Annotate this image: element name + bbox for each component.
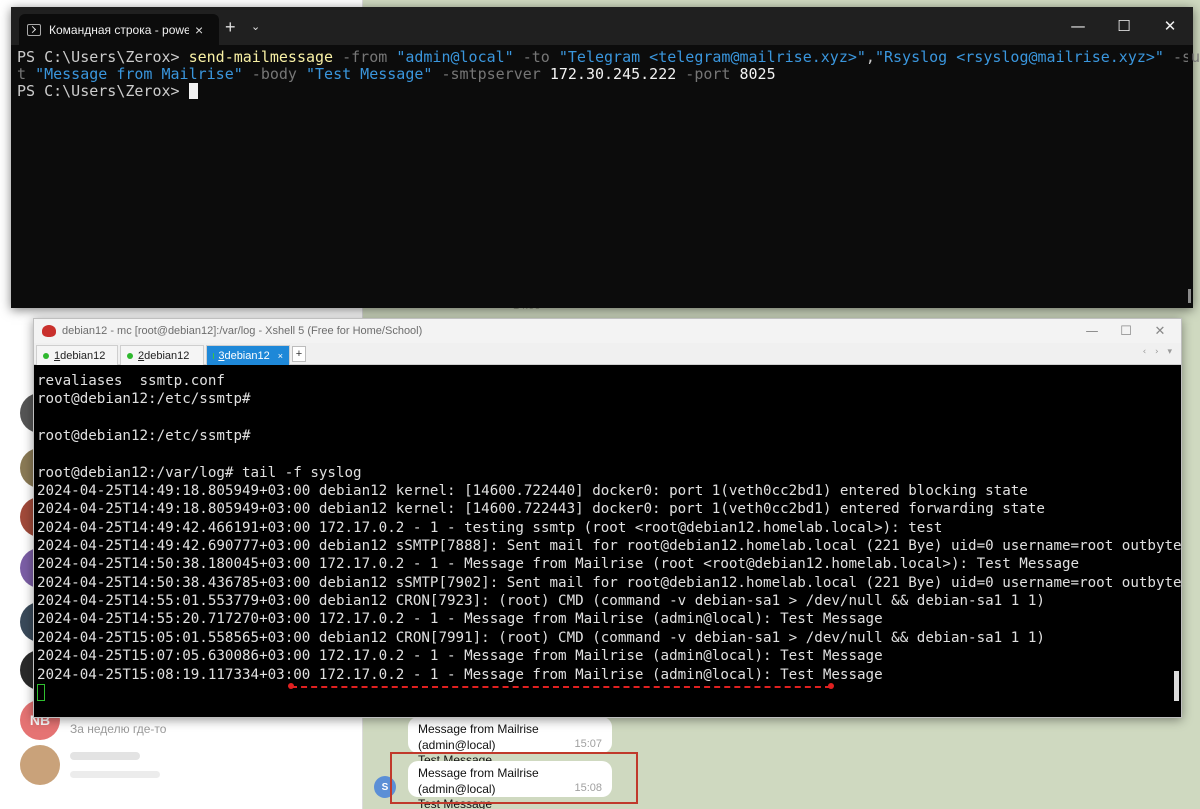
param-value: "Message from Mailrise" bbox=[35, 65, 243, 83]
terminal-line: PS C:\Users\Zerox> bbox=[17, 83, 1187, 100]
annotation-endpoint bbox=[288, 683, 294, 689]
chat-preview-text: За неделю где-то bbox=[70, 722, 167, 736]
chevron-down-icon[interactable]: ⌄ bbox=[251, 20, 260, 33]
terminal-output[interactable]: PS C:\Users\Zerox> send-mailmessage -fro… bbox=[11, 45, 1200, 104]
terminal-line: 2024-04-25T14:49:42.466191+03:00 172.17.… bbox=[37, 519, 943, 536]
scrollbar-thumb[interactable] bbox=[1188, 289, 1191, 303]
command: send-mailmessage bbox=[188, 48, 334, 66]
blurred-chat-preview bbox=[70, 771, 160, 778]
param-value: "admin@local" bbox=[396, 48, 514, 66]
terminal-line: 2024-04-25T15:05:01.558565+03:00 debian1… bbox=[37, 629, 1045, 646]
param: -smtpserver bbox=[432, 65, 550, 83]
close-button[interactable]: ✕ bbox=[1147, 7, 1193, 45]
tab-label: debian12 bbox=[144, 349, 190, 362]
prompt: PS C:\Users\Zerox> bbox=[17, 82, 189, 100]
terminal-line: 2024-04-25T15:07:05.630086+03:00 172.17.… bbox=[37, 648, 883, 665]
add-tab-button[interactable]: + bbox=[292, 346, 306, 362]
terminal-line: t "Message from Mailrise" -body "Test Me… bbox=[17, 66, 1187, 83]
param-value: 172.30.245.222 bbox=[549, 65, 677, 83]
session-tab-1[interactable]: 1 debian12 bbox=[36, 345, 118, 365]
terminal-line: 2024-04-25T14:49:42.690777+03:00 debian1… bbox=[37, 538, 1181, 555]
terminal-line: PS C:\Users\Zerox> send-mailmessage -fro… bbox=[17, 48, 1200, 66]
message-time: 15:07 bbox=[574, 738, 602, 750]
session-tab-bar: 1 debian12 2 debian12 3 debian12 × + ‹ › … bbox=[34, 343, 1181, 365]
param: -from bbox=[333, 48, 397, 66]
session-tab-2[interactable]: 2 debian12 bbox=[120, 345, 204, 365]
tab-navigation-arrows[interactable]: ‹ › ▾ bbox=[1143, 347, 1175, 357]
text-cursor bbox=[37, 683, 45, 701]
terminal-line: root@debian12:/var/log# tail -f syslog bbox=[37, 464, 362, 481]
prompt: PS C:\Users\Zerox> bbox=[17, 48, 189, 66]
scrollbar-thumb[interactable] bbox=[1174, 671, 1179, 701]
minimize-button[interactable]: — bbox=[1077, 321, 1107, 341]
highlight-annotation bbox=[390, 752, 638, 804]
terminal-titlebar: Командная строка - powersh × + ⌄ — ☐ ✕ bbox=[11, 7, 1193, 45]
param-value: "Rsyslog <rsyslog@mailrise.xyz>" bbox=[874, 48, 1164, 66]
chat-avatar[interactable] bbox=[20, 745, 60, 785]
session-tab-3[interactable]: 3 debian12 × bbox=[206, 345, 290, 365]
terminal-icon bbox=[27, 23, 41, 36]
xshell-terminal-output[interactable]: revaliases ssmtp.conf root@debian12:/etc/… bbox=[34, 365, 1181, 717]
xshell-window: debian12 - mc [root@debian12]:/var/log -… bbox=[33, 318, 1182, 718]
xshell-app-icon bbox=[42, 325, 56, 337]
terminal-line: 2024-04-25T14:55:20.717270+03:00 172.17.… bbox=[37, 611, 883, 628]
blurred-chat-name bbox=[70, 752, 140, 760]
close-tab-icon[interactable]: × bbox=[195, 22, 203, 38]
terminal-tab-label: Командная строка - powersh bbox=[49, 22, 189, 37]
param: -subjec bbox=[1172, 48, 1200, 66]
terminal-line: root@debian12:/etc/ssmtp# bbox=[37, 428, 251, 445]
param: -to bbox=[513, 48, 559, 66]
text-cursor bbox=[188, 83, 198, 99]
underline-annotation bbox=[291, 686, 831, 688]
message-bubble[interactable]: Message from Mailrise (admin@local) Test… bbox=[408, 717, 612, 767]
param: -body bbox=[242, 65, 306, 83]
windows-terminal-window: Командная строка - powersh × + ⌄ — ☐ ✕ P… bbox=[11, 7, 1200, 308]
maximize-button[interactable]: ☐ bbox=[1111, 321, 1141, 341]
connected-status-icon bbox=[127, 352, 133, 359]
close-button[interactable]: ✕ bbox=[1145, 321, 1175, 341]
sender-initial: S bbox=[381, 781, 389, 793]
terminal-line: revaliases ssmtp.conf bbox=[37, 373, 225, 389]
param-value: 8025 bbox=[739, 65, 776, 83]
close-tab-icon[interactable]: × bbox=[278, 351, 283, 361]
terminal-line: 2024-04-25T14:49:18.805949+03:00 debian1… bbox=[37, 483, 1028, 500]
param-value: "Telegram <telegram@mailrise.xyz>" bbox=[558, 48, 866, 66]
param-value: "Test Message" bbox=[306, 65, 433, 83]
terminal-line: 2024-04-25T14:50:38.180045+03:00 172.17.… bbox=[37, 556, 1080, 573]
tab-label: debian12 bbox=[224, 349, 270, 362]
maximize-button[interactable]: ☐ bbox=[1101, 7, 1147, 45]
terminal-line: root@debian12:/etc/ssmtp# bbox=[37, 391, 251, 408]
param: -port bbox=[676, 65, 740, 83]
separator: , bbox=[865, 48, 875, 66]
window-title: debian12 - mc [root@debian12]:/var/log -… bbox=[62, 325, 423, 337]
connected-status-icon bbox=[43, 352, 49, 359]
param: t bbox=[17, 65, 36, 83]
scrollbar[interactable] bbox=[1188, 47, 1191, 307]
terminal-line: 2024-04-25T15:08:19.117334+03:00 172.17.… bbox=[37, 666, 883, 683]
tab-label: debian12 bbox=[60, 349, 106, 362]
terminal-line: 2024-04-25T14:55:01.553779+03:00 debian1… bbox=[37, 593, 1045, 610]
xshell-titlebar: debian12 - mc [root@debian12]:/var/log -… bbox=[34, 319, 1181, 343]
new-tab-button[interactable]: + bbox=[225, 17, 236, 38]
terminal-tab[interactable]: Командная строка - powersh × bbox=[19, 14, 219, 45]
terminal-line: 2024-04-25T14:50:38.436785+03:00 debian1… bbox=[37, 574, 1181, 591]
annotation-endpoint bbox=[828, 683, 834, 689]
terminal-line: 2024-04-25T14:49:18.805949+03:00 debian1… bbox=[37, 501, 1045, 518]
minimize-button[interactable]: — bbox=[1055, 7, 1101, 45]
